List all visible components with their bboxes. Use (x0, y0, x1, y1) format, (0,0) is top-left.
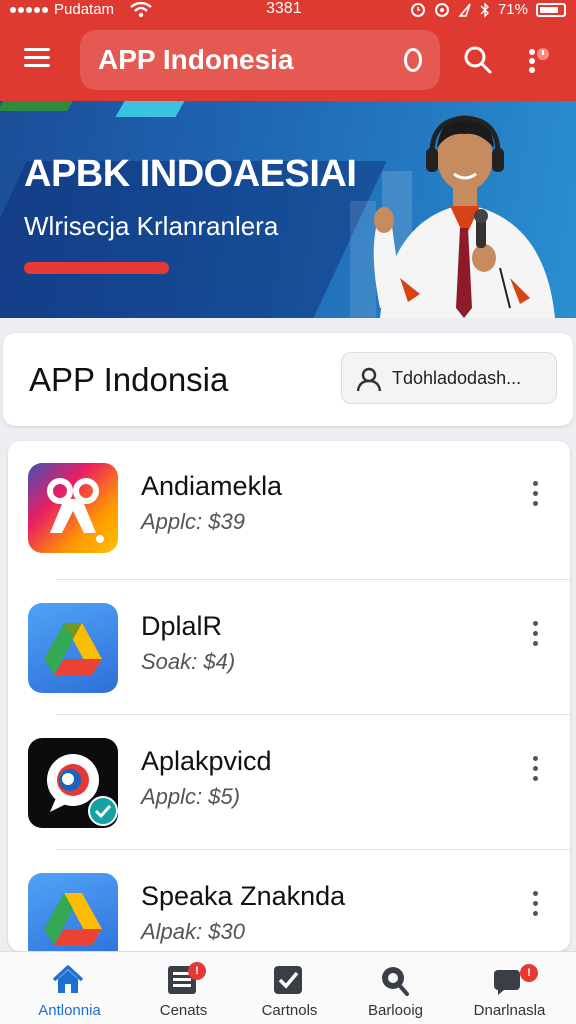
divider (56, 579, 570, 580)
more-options-button[interactable] (526, 481, 544, 511)
battery-percent: 71% (497, 1, 528, 18)
check-box-icon (274, 966, 302, 994)
app-header: Pudatam 3381 71% APP Indonesia (0, 0, 576, 101)
app-price: Applc: $39 (141, 509, 245, 534)
app-name: Aplakpvicd (141, 746, 272, 776)
banner-headline: APBK INDOAESIAI (24, 153, 357, 195)
divider (56, 714, 570, 715)
circle-icon (404, 48, 422, 72)
tab-cartnols[interactable]: Cartnols (232, 952, 347, 1024)
app-title-bar[interactable]: APP Indonesia (80, 30, 440, 90)
signal-icon (10, 6, 48, 13)
app-price: Applc: $5) (141, 784, 241, 809)
kebab-icon (532, 756, 538, 761)
banner-cta-bar[interactable] (24, 262, 169, 274)
more-options-button[interactable] (526, 756, 544, 786)
kebab-icon (532, 481, 538, 486)
app-name: Andiamekla (141, 471, 283, 501)
navigation-icon (458, 2, 471, 17)
more-options-button[interactable] (526, 621, 544, 651)
bluetooth-icon (480, 1, 489, 18)
section-title: APP Indonsia (29, 361, 229, 398)
kebab-icon (532, 891, 538, 896)
tab-label: Barlooig (367, 1002, 424, 1019)
tab-dnarlnasla[interactable]: ! Dnarlnasla (452, 952, 567, 1024)
status-time: 3381 (266, 0, 302, 17)
hamburger-icon (24, 48, 50, 51)
verified-badge-icon (88, 796, 118, 826)
section-header-card: APP Indonsia Tdohladodash... (3, 333, 573, 426)
more-options-button[interactable] (526, 891, 544, 921)
scissors-app-icon (28, 463, 118, 553)
more-alert-icon (529, 48, 549, 73)
list-item[interactable]: Andiamekla Applc: $39 (8, 441, 570, 576)
list-item[interactable]: DplalR Soak: $4) (8, 581, 570, 716)
menu-button[interactable] (24, 48, 54, 72)
notifications-button[interactable] (524, 44, 556, 76)
tab-label: Cartnols (261, 1002, 318, 1019)
carrier-label: Pudatam (54, 1, 115, 18)
app-name: Speaka Znaknda (141, 881, 346, 911)
notification-badge: ! (188, 962, 206, 980)
app-price: Soak: $4) (141, 649, 236, 674)
bottom-navigation: Antlonnia ! Cenats Cartnols Barlooig ! D… (0, 951, 576, 1024)
tab-home[interactable]: Antlonnia (12, 952, 127, 1024)
list-item[interactable]: Aplakpvicd Applc: $5) (8, 716, 570, 851)
search-button[interactable] (462, 44, 494, 76)
home-icon (52, 965, 84, 993)
download-button-label: Tdohladodash... (392, 368, 522, 388)
status-icons: 71% (410, 1, 566, 18)
tab-cenats[interactable]: ! Cenats (126, 952, 241, 1024)
app-name: DplalR (141, 611, 223, 641)
search-icon (382, 967, 409, 996)
tab-label: Cenats (159, 1002, 208, 1019)
download-button[interactable]: Tdohladodash... (341, 352, 557, 404)
list-item[interactable]: Speaka Znaknda Alpak: $30 (8, 851, 570, 951)
kebab-icon (532, 621, 538, 626)
app-list: Andiamekla Applc: $39 DplalR Soak: $4) A… (8, 441, 570, 951)
carrier-info: Pudatam (10, 1, 152, 18)
search-icon (464, 46, 492, 74)
banner-subline: Wlrisecja Krlanranlera (24, 211, 279, 241)
alarm-icon (410, 2, 425, 17)
status-bar: Pudatam 3381 71% (0, 0, 576, 22)
battery-icon (536, 2, 566, 17)
drive-app-icon (28, 873, 118, 951)
notification-badge: ! (520, 964, 538, 982)
tab-label: Antlonnia (38, 1002, 101, 1019)
presenter-illustration (373, 115, 555, 318)
drive-app-icon (28, 603, 118, 693)
app-price: Alpak: $30 (141, 919, 245, 944)
chat-bubble-app-icon (28, 738, 118, 828)
tab-barlooig[interactable]: Barlooig (338, 952, 453, 1024)
app-title: APP Indonesia (98, 44, 294, 75)
tab-label: Dnarlnasla (473, 1002, 546, 1019)
divider (56, 849, 570, 850)
wifi-icon (130, 1, 152, 17)
location-icon (434, 2, 449, 17)
user-icon (356, 367, 382, 392)
